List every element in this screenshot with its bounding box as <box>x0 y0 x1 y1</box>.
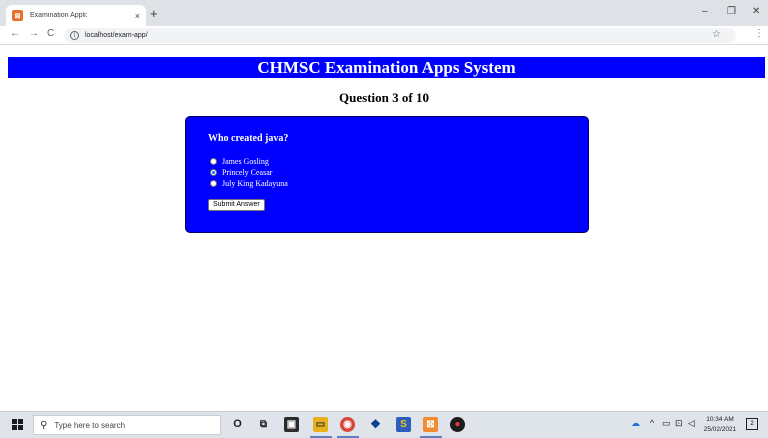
restore-button[interactable]: ❐ <box>727 6 736 17</box>
address-bar[interactable]: i localhost/exam-app/ <box>64 28 736 43</box>
network-icon[interactable]: ⊡ <box>675 418 683 429</box>
xampp-favicon-icon: ⊠ <box>12 10 23 21</box>
radio-button[interactable] <box>210 169 217 176</box>
battery-icon[interactable]: ▭ <box>662 418 671 429</box>
info-icon[interactable]: i <box>70 31 79 40</box>
task-view-icon[interactable]: ⧉ <box>256 417 271 432</box>
minimize-button[interactable]: – <box>702 6 708 17</box>
search-icon: ⚲ <box>40 419 48 431</box>
browser-tab-strip: ⊠ Examination Appli: × + – ❐ ✕ <box>0 0 768 26</box>
url-text: localhost/exam-app/ <box>85 32 148 39</box>
answer-option-2[interactable]: Princely Ceasar <box>210 168 272 177</box>
file-explorer-icon[interactable]: ▭ <box>313 417 328 432</box>
bookmark-star-icon[interactable]: ☆ <box>712 29 721 40</box>
answer-option-3[interactable]: July King Kadayuna <box>210 179 288 188</box>
tab-close-icon[interactable]: × <box>135 11 140 21</box>
radio-button[interactable] <box>210 180 217 187</box>
more-menu-icon[interactable]: ⋮ <box>754 28 764 39</box>
question-text: Who created java? <box>208 133 289 144</box>
radio-button[interactable] <box>210 158 217 165</box>
xampp-icon[interactable]: ⊠ <box>423 417 438 432</box>
windows-start-icon[interactable] <box>12 419 23 430</box>
chrome-icon[interactable]: ◉ <box>340 417 355 432</box>
onedrive-icon[interactable]: ☁ <box>631 418 640 429</box>
back-arrow-icon[interactable]: ← <box>10 28 20 39</box>
question-card: Who created java? James Gosling Princely… <box>185 116 589 233</box>
show-hidden-icons-icon[interactable]: ^ <box>650 418 654 428</box>
clock-date: 25/02/2021 <box>703 426 737 433</box>
page-banner: CHMSC Examination Apps System <box>8 57 765 78</box>
browser-toolbar: ← → C i localhost/exam-app/ ☆ ⋮ <box>0 26 768 45</box>
dropbox-icon[interactable]: ❖ <box>368 417 383 432</box>
system-clock[interactable]: 10:34 AM 25/02/2021 <box>700 415 740 435</box>
submit-answer-button[interactable]: Submit Answer <box>208 199 265 211</box>
taskbar-search[interactable]: ⚲ Type here to search <box>33 415 221 435</box>
search-placeholder: Type here to search <box>54 420 126 430</box>
close-window-button[interactable]: ✕ <box>752 6 760 17</box>
reload-icon[interactable]: C <box>47 28 54 39</box>
clock-time: 10:34 AM <box>706 416 734 423</box>
notification-center-icon[interactable]: 2 <box>746 418 758 430</box>
option-label: Princely Ceasar <box>222 168 273 177</box>
taskbar: ⚲ Type here to search O ⧉ ▣ ▭ ◉ ❖ S ⊠ ● … <box>0 411 768 438</box>
option-label: James Gosling <box>222 157 269 166</box>
cortana-icon[interactable]: O <box>230 417 245 432</box>
question-counter: Question 3 of 10 <box>339 90 429 105</box>
tab-title: Examination Appli: <box>30 12 88 19</box>
option-label: July King Kadayuna <box>222 179 288 188</box>
sublime-text-icon[interactable]: S <box>396 417 411 432</box>
recorder-icon[interactable]: ● <box>450 417 465 432</box>
volume-icon[interactable]: ◁ <box>688 418 695 429</box>
answer-option-1[interactable]: James Gosling <box>210 157 269 166</box>
new-tab-button[interactable]: + <box>150 6 158 22</box>
store-icon[interactable]: ▣ <box>284 417 299 432</box>
forward-arrow-icon[interactable]: → <box>29 28 39 39</box>
browser-tab[interactable]: ⊠ Examination Appli: × <box>6 5 146 26</box>
